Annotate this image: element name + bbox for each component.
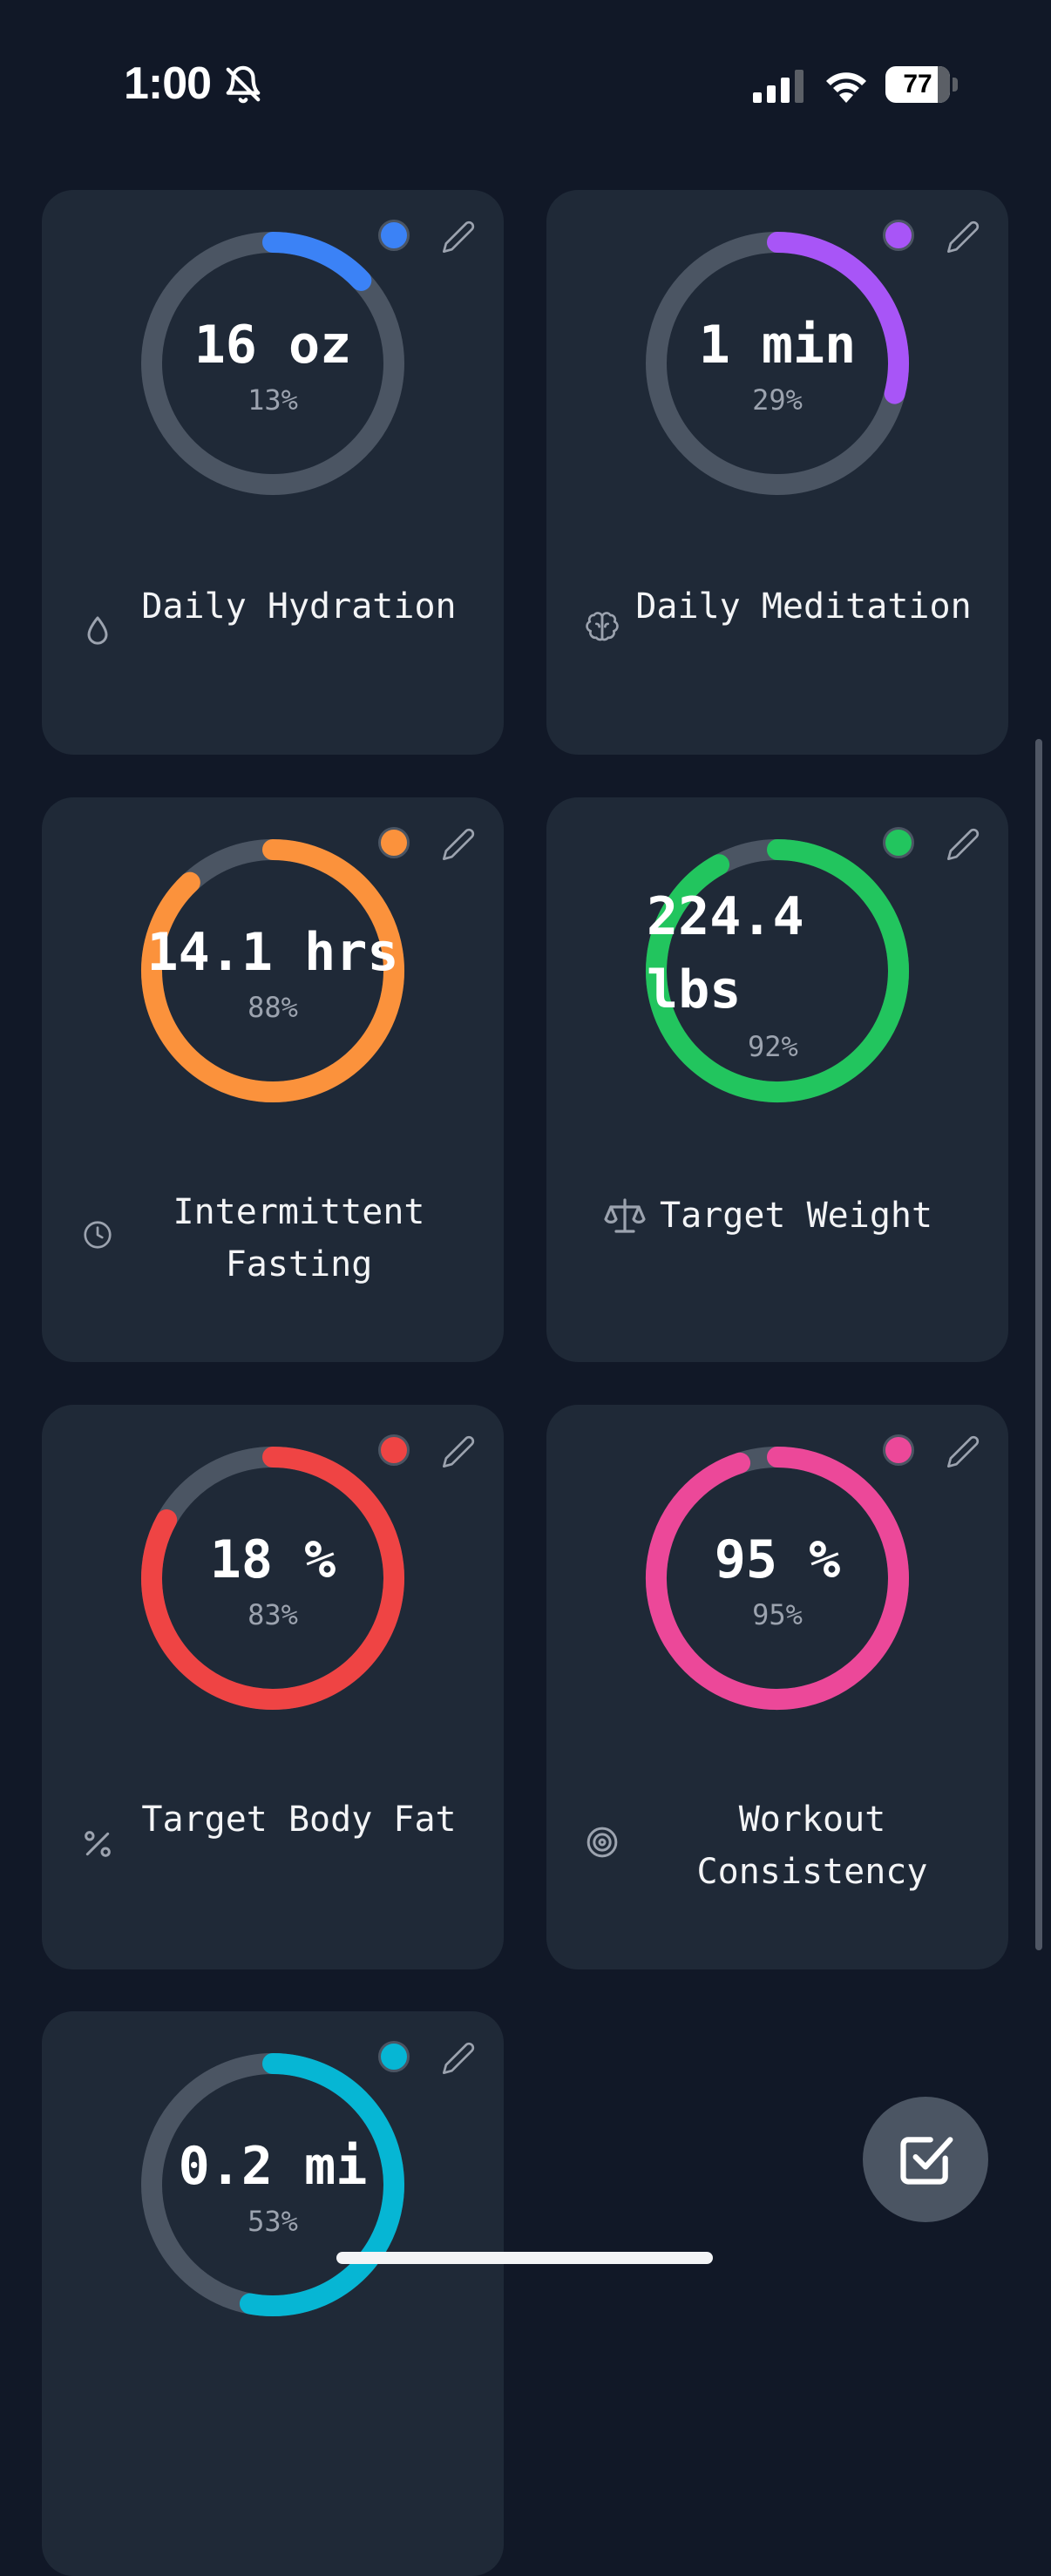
goal-title: Daily Meditation <box>635 586 972 627</box>
battery-icon: 77 <box>885 66 959 103</box>
wifi-icon <box>826 72 866 103</box>
goal-value: 16 oz <box>193 315 352 376</box>
battery-level: 77 <box>903 70 932 98</box>
edit-pencil-icon[interactable] <box>441 220 476 254</box>
water-drop-icon <box>87 616 108 645</box>
cellular-signal-icon <box>753 70 804 103</box>
color-picker-dot[interactable] <box>378 1434 410 1466</box>
scale-icon <box>604 1198 646 1233</box>
home-indicator[interactable] <box>336 2252 713 2264</box>
edit-pencil-icon[interactable] <box>946 827 980 862</box>
goal-value: 18 % <box>209 1529 336 1590</box>
target-icon <box>587 1827 618 1858</box>
goal-percent: 88% <box>247 991 298 1024</box>
color-picker-dot[interactable] <box>378 220 410 251</box>
goal-percent: 95% <box>752 1598 803 1631</box>
goal-title: Intermittent Fasting <box>173 1192 425 1285</box>
goal-title: Daily Hydration <box>141 586 457 627</box>
goal-percent: 83% <box>247 1598 298 1631</box>
goal-percent: 29% <box>752 383 803 417</box>
color-picker-dot[interactable] <box>883 827 914 858</box>
percent-icon <box>85 1831 111 1857</box>
goal-title: Target Weight <box>660 1196 933 1236</box>
goal-value: 14.1 hrs <box>146 922 399 983</box>
goal-card-distance[interactable]: 0.2 mi 53% <box>42 2011 504 2576</box>
goal-card-target-body-fat[interactable]: 18 % 83% Target Body Fat <box>42 1405 504 1969</box>
goal-card-intermittent-fasting[interactable]: 14.1 hrs 88% Intermittent Fasting <box>42 797 504 1362</box>
goal-title: Target Body Fat <box>141 1800 457 1840</box>
color-picker-dot[interactable] <box>883 1434 914 1466</box>
edit-pencil-icon[interactable] <box>441 2041 476 2076</box>
goal-card-workout-consistency[interactable]: 95 % 95% Workout Consistency <box>546 1405 1008 1969</box>
check-square-icon <box>900 2137 953 2185</box>
goal-card-target-weight[interactable]: 224.4 lbs 92% Target Weight <box>546 797 1008 1362</box>
edit-pencil-icon[interactable] <box>441 1434 476 1469</box>
edit-pencil-icon[interactable] <box>946 220 980 254</box>
goal-percent: 13% <box>247 383 298 417</box>
goal-value: 0.2 mi <box>178 2136 368 2197</box>
check-in-button[interactable] <box>863 2097 988 2222</box>
goal-title: Workout Consistency <box>696 1800 928 1892</box>
color-picker-dot[interactable] <box>378 827 410 858</box>
goal-percent: 53% <box>247 2205 298 2238</box>
goal-value: 95 % <box>714 1529 841 1590</box>
color-picker-dot[interactable] <box>378 2041 410 2072</box>
status-bar: 1:00 77 <box>0 0 1051 174</box>
scrollbar[interactable] <box>1035 739 1042 1950</box>
goal-percent: 92% <box>748 1030 798 1063</box>
bell-slash-icon <box>226 65 261 104</box>
goal-card-daily-hydration[interactable]: 16 oz 13% Daily Hydration <box>42 190 504 755</box>
color-picker-dot[interactable] <box>883 220 914 251</box>
edit-pencil-icon[interactable] <box>946 1434 980 1469</box>
clock-icon <box>84 1221 112 1249</box>
goal-value: 224.4 lbs <box>647 886 804 1020</box>
edit-pencil-icon[interactable] <box>441 827 476 862</box>
goal-card-daily-meditation[interactable]: 1 min 29% Daily Meditation <box>546 190 1008 755</box>
status-time: 1:00 <box>124 58 212 109</box>
brain-icon <box>586 612 619 641</box>
goal-value: 1 min <box>698 315 857 376</box>
